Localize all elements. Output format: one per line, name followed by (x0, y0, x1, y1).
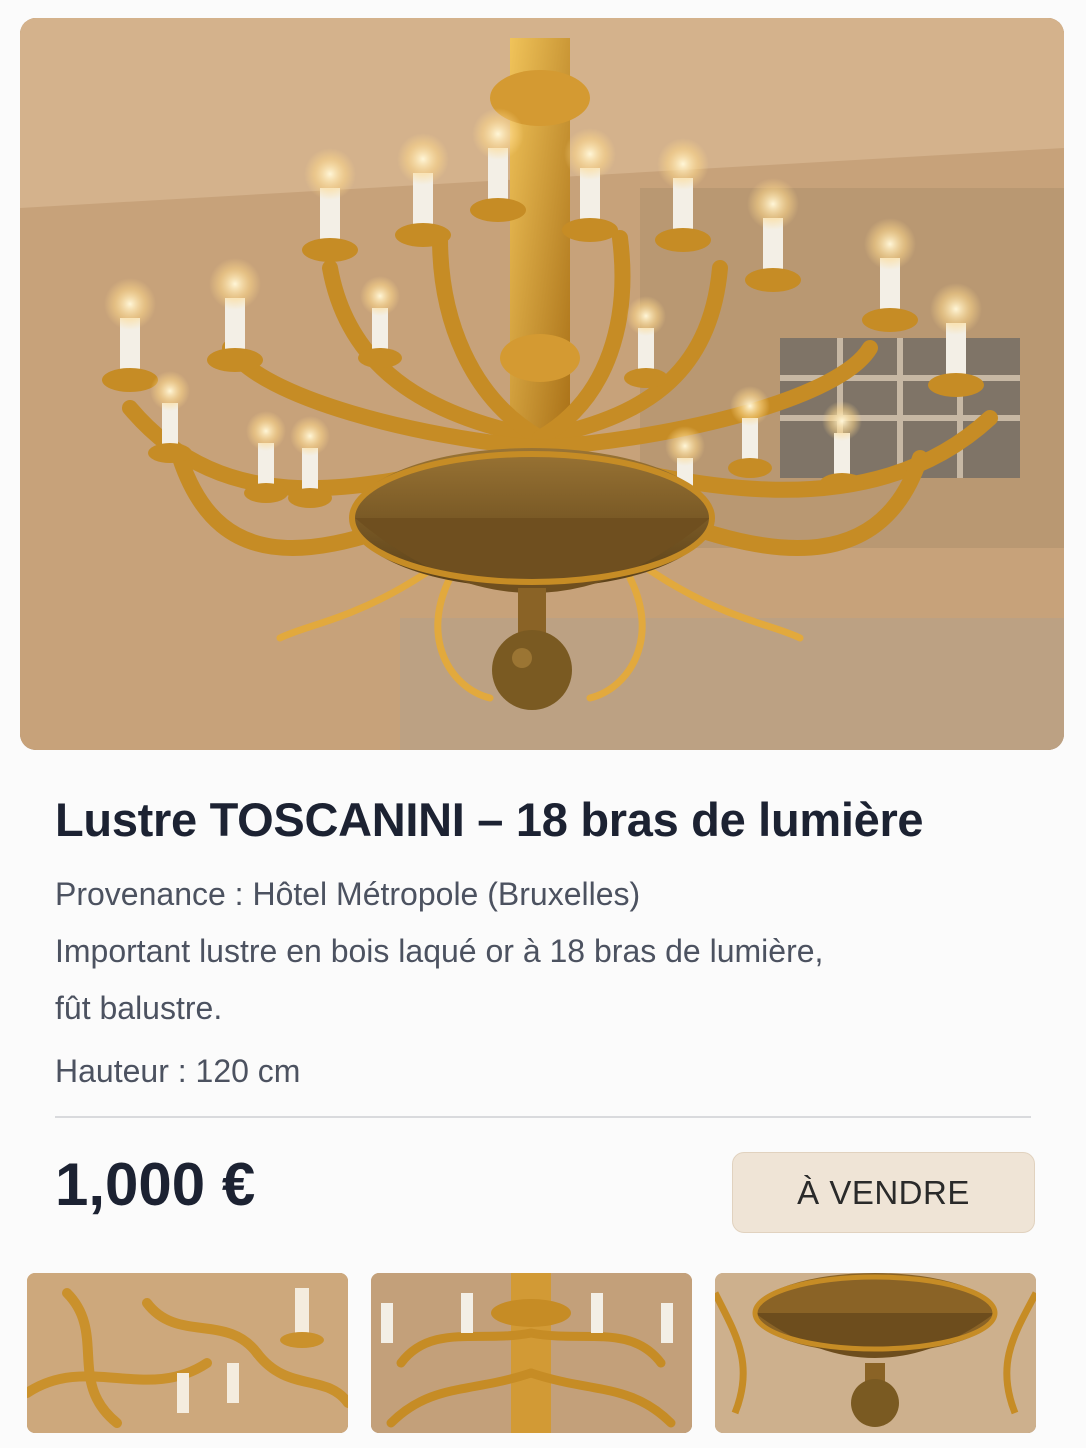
product-price: 1,000 € (55, 1151, 256, 1218)
product-description-line1: Important lustre en bois laqué or à 18 b… (55, 933, 824, 969)
divider (55, 1116, 1031, 1118)
chandelier-arms-thumbnail (27, 1273, 348, 1433)
status-badge[interactable]: À VENDRE (732, 1152, 1035, 1233)
product-provenance: Provenance : Hôtel Métropole (Bruxelles) (55, 876, 641, 912)
chandelier-illustration (20, 18, 1064, 750)
product-height: Hauteur : 120 cm (55, 1053, 301, 1089)
product-description-line2: fût balustre. (55, 990, 223, 1026)
thumbnail-center-detail[interactable] (371, 1273, 692, 1433)
thumbnail-arms-detail[interactable] (27, 1273, 348, 1433)
thumbnail-bowl-detail[interactable] (715, 1273, 1036, 1433)
thumbnail-gallery (27, 1273, 1037, 1433)
product-page: Lustre TOSCANINI – 18 bras de lumière Pr… (0, 0, 1086, 1448)
chandelier-center-thumbnail (371, 1273, 692, 1433)
product-title: Lustre TOSCANINI – 18 bras de lumière (55, 793, 924, 846)
main-product-image[interactable] (20, 18, 1064, 750)
chandelier-bowl-thumbnail (715, 1273, 1036, 1433)
